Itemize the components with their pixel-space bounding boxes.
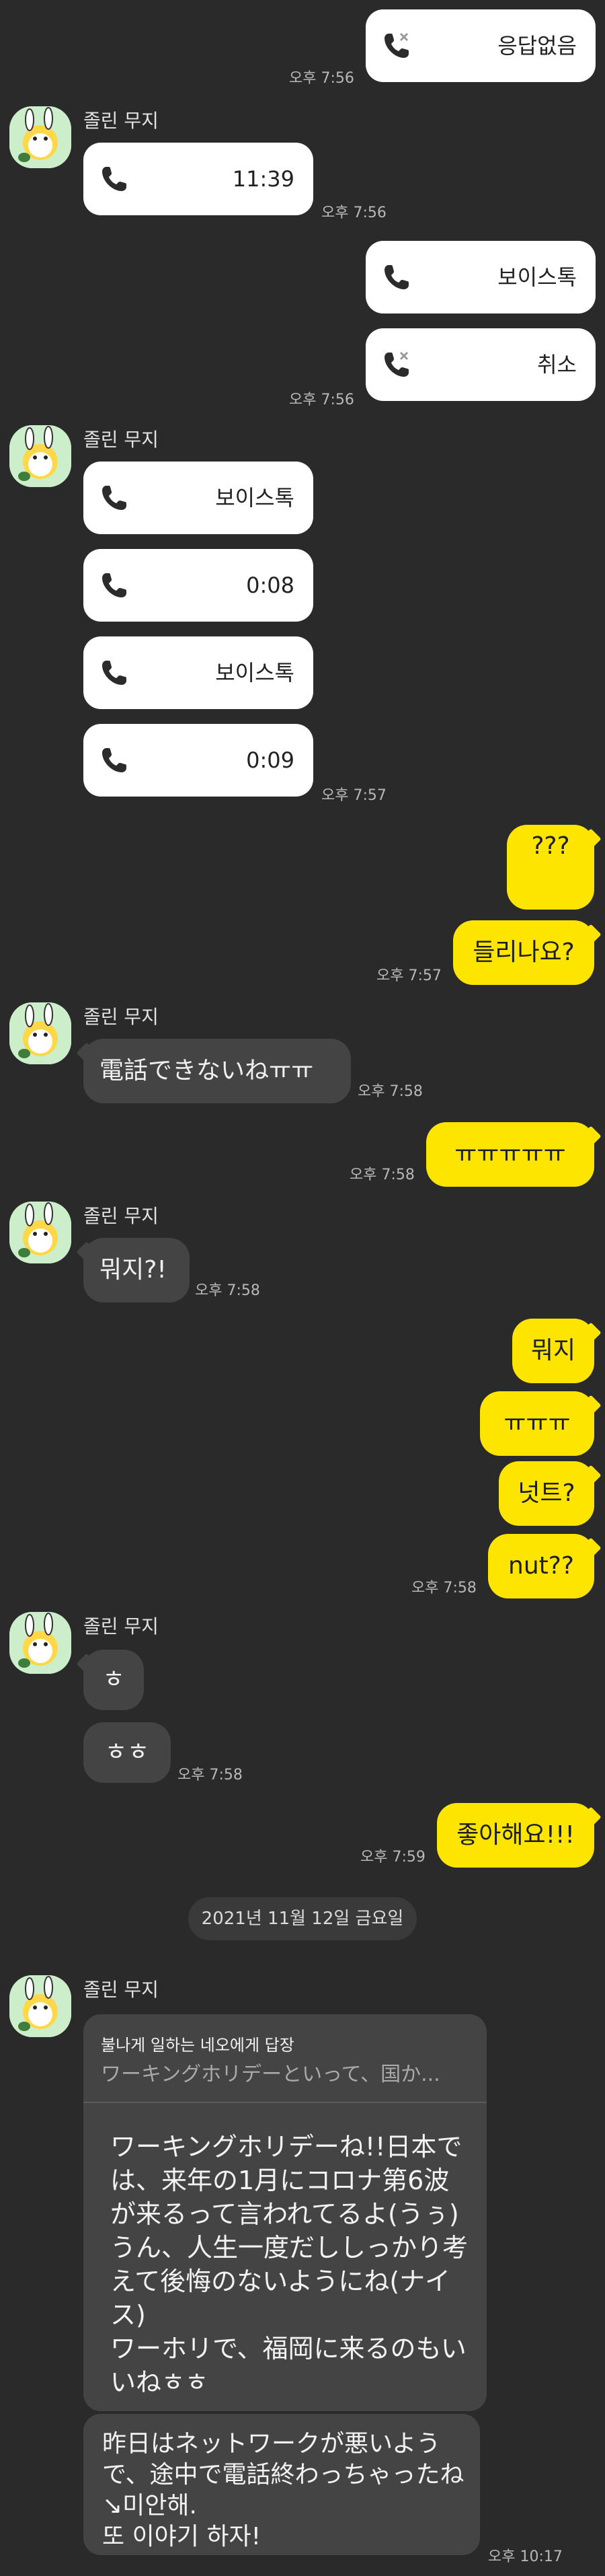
call-label: 취소 (537, 352, 577, 377)
call-cancel-bubble[interactable]: 취소 (366, 328, 596, 401)
sender-name: 졸린 무지 (83, 1205, 159, 1227)
avatar[interactable] (9, 1612, 71, 1674)
timestamp: 오후 7:58 (177, 1767, 243, 1783)
muzi-avatar-icon (9, 425, 71, 487)
sender-name: 졸린 무지 (83, 1615, 159, 1637)
timestamp: 오후 7:59 (360, 1849, 426, 1866)
reply-divider (83, 2102, 487, 2103)
timestamp: 오후 7:58 (195, 1282, 260, 1299)
timestamp: 오후 7:56 (289, 70, 354, 87)
muzi-avatar-icon (9, 1975, 71, 2037)
other-message-bubble[interactable]: 뭐지?! (83, 1238, 190, 1302)
muzi-avatar-icon (9, 1202, 71, 1263)
message-text: 넛트? (518, 1479, 575, 1507)
message-text: ㅠㅠㅠㅠㅠ (454, 1140, 566, 1168)
call-duration-bubble[interactable]: 11:39 (83, 143, 313, 215)
my-message-bubble[interactable]: ??? (507, 825, 594, 910)
date-text: 2021년 11월 12일 금요일 (201, 1909, 404, 1929)
my-message-bubble[interactable]: 좋아해요!!! (437, 1803, 594, 1868)
sender-name: 졸린 무지 (83, 429, 159, 451)
message-text: ㅎㅎ (104, 1738, 150, 1766)
message-text: nut?? (508, 1552, 574, 1580)
missed-call-icon (385, 351, 409, 377)
muzi-avatar-icon (9, 1612, 71, 1674)
my-message-bubble[interactable]: ㅠㅠㅠㅠㅠ (426, 1122, 594, 1187)
call-voicetalk-bubble[interactable]: 보이스톡 (366, 241, 596, 314)
my-message-bubble[interactable]: ㅠㅠㅠ (480, 1391, 594, 1456)
call-label: 0:08 (246, 573, 294, 598)
message-text: 좋아해요!!! (456, 1821, 575, 1849)
timestamp: 오후 7:57 (376, 967, 442, 984)
call-label: 0:09 (246, 747, 294, 773)
sender-name: 졸린 무지 (83, 1979, 159, 2001)
message-text: ㅎ (102, 1666, 125, 1693)
call-label: 보이스톡 (215, 660, 294, 686)
my-message-bubble[interactable]: 넛트? (499, 1461, 594, 1526)
timestamp: 오후 7:57 (321, 787, 387, 804)
avatar[interactable] (9, 425, 71, 487)
phone-icon (385, 265, 409, 289)
call-label: 보이스톡 (497, 264, 577, 290)
timestamp: 오후 7:56 (289, 392, 354, 408)
call-duration-bubble[interactable]: 0:09 (83, 724, 313, 797)
call-voicetalk-bubble[interactable]: 보이스톡 (83, 462, 313, 534)
timestamp: 오후 7:58 (350, 1167, 415, 1183)
call-no-answer-bubble[interactable]: 응답없음 (366, 9, 596, 82)
sender-name: 졸린 무지 (83, 110, 159, 132)
phone-icon (102, 486, 126, 510)
call-label: 보이스톡 (215, 485, 294, 511)
reply-message-bubble[interactable]: 불나게 일하는 네오에게 답장 ワーキングホリデーといって、国か... ワーキン… (83, 2014, 487, 2411)
call-label: 11:39 (232, 166, 294, 192)
avatar[interactable] (9, 1202, 71, 1263)
call-duration-bubble[interactable]: 0:08 (83, 549, 313, 622)
my-message-bubble[interactable]: 뭐지 (512, 1319, 594, 1383)
muzi-avatar-icon (9, 106, 71, 168)
my-message-bubble[interactable]: 들리나요? (453, 920, 594, 985)
reply-header: 불나게 일하는 네오에게 답장 (101, 2036, 294, 2055)
avatar[interactable] (9, 1975, 71, 2037)
other-message-bubble[interactable]: 昨日はネットワークが悪いようで、途中で電話終わっちゃったね↘미안해. 또 이야기… (83, 2414, 480, 2555)
other-message-bubble[interactable]: ㅎ (83, 1650, 144, 1710)
chat-room: 응답없음 오후 7:56 졸린 무지 11:39 오후 7:56 보이스톡 취소… (0, 0, 605, 2576)
date-divider: 2021년 11월 12일 금요일 (188, 1897, 417, 1940)
message-text: ㅠㅠㅠ (503, 1409, 571, 1437)
phone-icon (102, 167, 126, 191)
avatar[interactable] (9, 106, 71, 168)
message-text: 뭐지?! (99, 1256, 167, 1284)
phone-icon (102, 661, 126, 685)
message-text: ワーキングホリデーね!!日本では、来年の1月にコロナ第6波が来るって言われてるよ… (110, 2132, 469, 2397)
message-text: 電話できないねㅠㅠ (99, 1057, 314, 1084)
missed-call-icon (385, 32, 409, 58)
call-voicetalk-bubble[interactable]: 보이스톡 (83, 636, 313, 709)
other-message-bubble[interactable]: ㅎㅎ (83, 1722, 171, 1783)
message-text: 들리나요? (473, 939, 575, 966)
message-text: ??? (531, 832, 570, 860)
other-message-bubble[interactable]: 電話できないねㅠㅠ (83, 1039, 351, 1103)
muzi-avatar-icon (9, 1002, 71, 1064)
message-text: 昨日はネットワークが悪いようで、途中で電話終わっちゃったね↘미안해. 또 이야기… (102, 2430, 465, 2550)
avatar[interactable] (9, 1002, 71, 1064)
phone-icon (102, 573, 126, 597)
message-text: 뭐지 (530, 1337, 576, 1364)
reply-quote[interactable]: ワーキングホリデーといって、国か... (101, 2057, 477, 2087)
timestamp: 오후 10:17 (488, 2548, 563, 2565)
sender-name: 졸린 무지 (83, 1006, 159, 1028)
my-message-bubble[interactable]: nut?? (488, 1534, 594, 1598)
phone-icon (102, 748, 126, 772)
timestamp: 오후 7:58 (411, 1580, 477, 1596)
timestamp: 오후 7:56 (321, 205, 387, 221)
call-label: 응답없음 (497, 33, 577, 59)
timestamp: 오후 7:58 (358, 1083, 423, 1100)
